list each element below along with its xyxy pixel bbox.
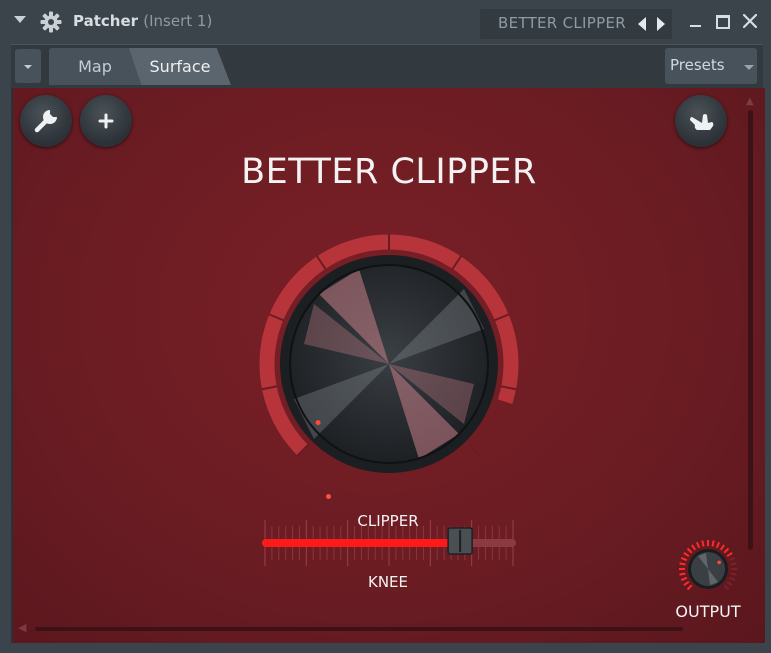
output-pointer xyxy=(717,560,721,565)
slider-handle[interactable] xyxy=(447,527,473,555)
chevron-down-icon xyxy=(744,65,754,70)
hand-button[interactable] xyxy=(675,95,727,147)
menu-arrow-icon[interactable] xyxy=(14,16,26,23)
presets-label: Presets xyxy=(670,56,725,74)
wrench-icon xyxy=(34,110,57,133)
plugin-name: BETTER CLIPPER xyxy=(498,14,626,32)
title-bar: Patcher (Insert 1) BETTER CLIPPER xyxy=(0,0,771,44)
maximize-icon[interactable] xyxy=(716,15,730,29)
presets-dropdown[interactable]: Presets xyxy=(665,48,757,84)
tabs-bar: Map Surface Presets xyxy=(11,44,763,89)
window-title: Patcher (Insert 1) xyxy=(73,12,212,30)
prev-arrow-icon[interactable] xyxy=(638,17,646,31)
plugin-surface: BETTER CLIPPER ▲ ◀ CLIPPER KNEE OUTPUT xyxy=(11,88,765,643)
scroll-left-icon[interactable]: ◀ xyxy=(18,621,26,634)
vertical-scrollbar[interactable] xyxy=(748,110,753,550)
add-button[interactable] xyxy=(80,95,132,147)
window-bottom-edge xyxy=(0,643,771,653)
knee-slider[interactable] xyxy=(257,518,522,568)
tab-map[interactable]: Map xyxy=(49,48,141,85)
options-dropdown-button[interactable] xyxy=(15,49,41,83)
hand-icon xyxy=(690,114,714,130)
output-label: OUTPUT xyxy=(675,602,741,621)
scroll-up-icon[interactable]: ▲ xyxy=(746,96,754,107)
horizontal-scrollbar[interactable] xyxy=(35,627,683,631)
gear-icon[interactable] xyxy=(40,11,62,33)
minimize-icon[interactable] xyxy=(690,25,701,27)
plus-icon xyxy=(98,113,114,129)
slider-fill xyxy=(262,539,461,547)
knee-label: KNEE xyxy=(367,573,408,591)
knob-pointer xyxy=(315,420,321,426)
knob-min-indicator xyxy=(326,494,331,499)
plugin-title: BETTER CLIPPER xyxy=(241,152,537,192)
output-knob[interactable] xyxy=(673,536,743,606)
clipper-knob[interactable] xyxy=(249,234,529,504)
next-arrow-icon[interactable] xyxy=(657,17,665,31)
chevron-down-icon xyxy=(24,65,32,69)
tab-surface[interactable]: Surface xyxy=(129,48,231,85)
patcher-window: Patcher (Insert 1) BETTER CLIPPER Map Su… xyxy=(0,0,771,653)
plugin-selector[interactable]: BETTER CLIPPER xyxy=(480,9,672,39)
close-icon[interactable] xyxy=(741,12,759,30)
window-title-text: Patcher xyxy=(73,12,139,30)
window-subtitle: (Insert 1) xyxy=(143,12,213,30)
wrench-button[interactable] xyxy=(20,95,72,147)
